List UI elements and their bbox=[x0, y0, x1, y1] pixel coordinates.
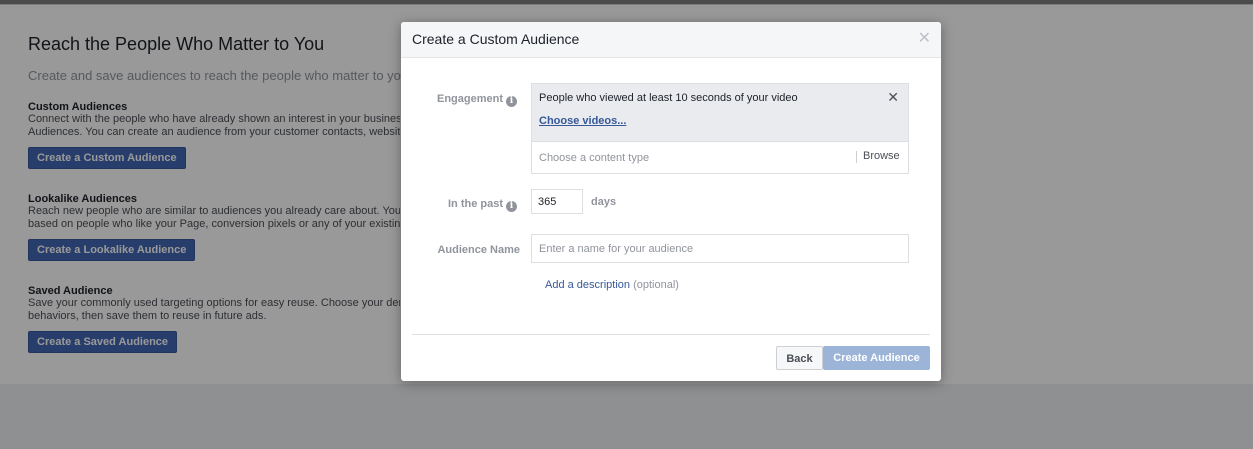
browse-divider bbox=[856, 151, 857, 163]
create-custom-audience-dialog: Create a Custom Audience ✕ Engagement i P… bbox=[401, 22, 941, 381]
footer-divider bbox=[412, 334, 930, 335]
engagement-rule: People who viewed at least 10 seconds of… bbox=[532, 84, 908, 142]
add-description-link[interactable]: Add a description bbox=[545, 279, 630, 291]
engagement-label-text: Engagement bbox=[436, 93, 503, 105]
choose-videos-link[interactable]: Choose videos... bbox=[539, 115, 626, 127]
content-type-input[interactable] bbox=[532, 142, 856, 173]
create-audience-button[interactable]: Create Audience bbox=[823, 346, 930, 370]
engagement-rule-text: People who viewed at least 10 seconds of… bbox=[539, 92, 798, 104]
audience-name-input[interactable] bbox=[531, 234, 909, 263]
audience-name-label: Audience Name bbox=[437, 244, 520, 256]
back-button[interactable]: Back bbox=[776, 346, 823, 370]
close-icon[interactable]: ✕ bbox=[918, 30, 931, 48]
dialog-title: Create a Custom Audience bbox=[412, 31, 580, 47]
days-unit: days bbox=[591, 196, 617, 208]
dialog-header: Create a Custom Audience ✕ bbox=[401, 22, 941, 58]
in-the-past-label: In the past i bbox=[448, 198, 517, 212]
engagement-box: People who viewed at least 10 seconds of… bbox=[531, 83, 909, 174]
add-description: Add a description (optional) bbox=[545, 279, 679, 291]
days-input[interactable] bbox=[531, 189, 583, 214]
optional-note: (optional) bbox=[633, 279, 679, 291]
info-icon[interactable]: i bbox=[506, 201, 517, 212]
in-the-past-label-text: In the past bbox=[447, 198, 503, 210]
info-icon[interactable]: i bbox=[506, 96, 517, 107]
browse-button[interactable]: Browse bbox=[863, 150, 900, 162]
content-type-field bbox=[532, 142, 856, 173]
engagement-label: Engagement i bbox=[437, 93, 517, 107]
remove-rule-icon[interactable]: ✕ bbox=[887, 90, 899, 104]
